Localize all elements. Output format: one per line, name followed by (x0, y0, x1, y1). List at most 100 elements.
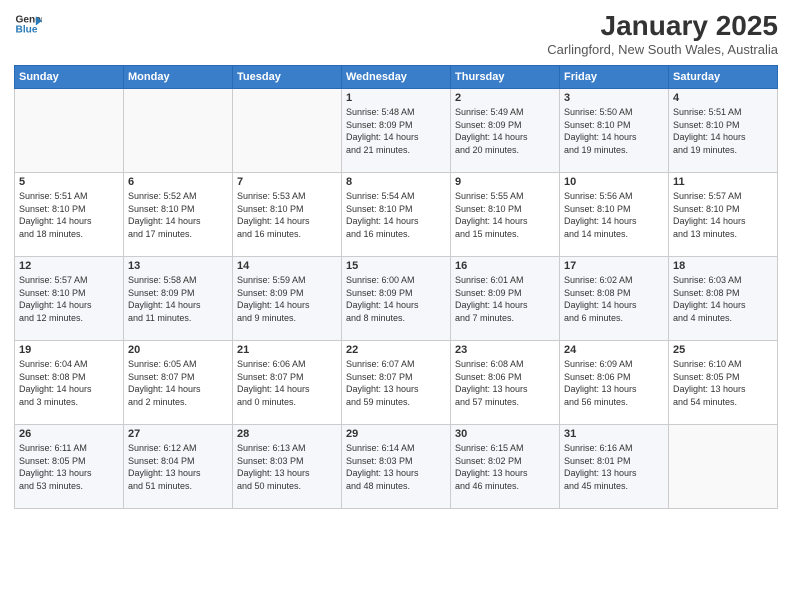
table-row: 19 Sunrise: 6:04 AM Sunset: 8:08 PM Dayli… (15, 341, 124, 425)
table-row (124, 89, 233, 173)
table-row: 3 Sunrise: 5:50 AM Sunset: 8:10 PM Daylig… (560, 89, 669, 173)
table-row: 5 Sunrise: 5:51 AM Sunset: 8:10 PM Daylig… (15, 173, 124, 257)
day-info: Sunrise: 5:57 AM Sunset: 8:10 PM Dayligh… (19, 274, 119, 324)
table-row: 13 Sunrise: 5:58 AM Sunset: 8:09 PM Dayli… (124, 257, 233, 341)
table-row: 25Sunrise: 6:10 AM Sunset: 8:05 PM Dayli… (669, 341, 778, 425)
day-info: Sunrise: 5:51 AM Sunset: 8:10 PM Dayligh… (673, 106, 773, 156)
title-block: January 2025 Carlingford, New South Wale… (547, 10, 778, 57)
table-row: 1 Sunrise: 5:48 AM Sunset: 8:09 PM Daylig… (342, 89, 451, 173)
day-info: Sunrise: 6:13 AM Sunset: 8:03 PM Dayligh… (237, 442, 337, 492)
col-monday: Monday (124, 66, 233, 89)
day-info: Sunrise: 6:10 AM Sunset: 8:05 PM Dayligh… (673, 358, 773, 408)
day-number: 10 (564, 176, 664, 188)
day-number: 30 (455, 428, 555, 440)
calendar-week-row: 5 Sunrise: 5:51 AM Sunset: 8:10 PM Daylig… (15, 173, 778, 257)
calendar-week-row: 1 Sunrise: 5:48 AM Sunset: 8:09 PM Daylig… (15, 89, 778, 173)
col-thursday: Thursday (451, 66, 560, 89)
day-number: 31 (564, 428, 664, 440)
table-row: 11Sunrise: 5:57 AM Sunset: 8:10 PM Dayli… (669, 173, 778, 257)
svg-text:Blue: Blue (16, 25, 38, 36)
table-row (669, 425, 778, 509)
table-row: 17 Sunrise: 6:02 AM Sunset: 8:08 PM Dayli… (560, 257, 669, 341)
table-row: 6Sunrise: 5:52 AM Sunset: 8:10 PM Daylig… (124, 173, 233, 257)
day-info: Sunrise: 6:06 AM Sunset: 8:07 PM Dayligh… (237, 358, 337, 408)
table-row: 14 Sunrise: 5:59 AM Sunset: 8:09 PM Dayli… (233, 257, 342, 341)
day-number: 3 (564, 92, 664, 104)
day-info: Sunrise: 5:57 AM Sunset: 8:10 PM Dayligh… (673, 190, 773, 240)
table-row (233, 89, 342, 173)
table-row: 27 Sunrise: 6:12 AM Sunset: 8:04 PM Dayli… (124, 425, 233, 509)
calendar-header-row: Sunday Monday Tuesday Wednesday Thursday… (15, 66, 778, 89)
day-info: Sunrise: 6:00 AM Sunset: 8:09 PM Dayligh… (346, 274, 446, 324)
day-number: 24 (564, 344, 664, 356)
day-info: Sunrise: 6:07 AM Sunset: 8:07 PM Dayligh… (346, 358, 446, 408)
table-row: 28 Sunrise: 6:13 AM Sunset: 8:03 PM Dayli… (233, 425, 342, 509)
day-number: 4 (673, 92, 773, 104)
day-info: Sunrise: 6:15 AM Sunset: 8:02 PM Dayligh… (455, 442, 555, 492)
table-row: 12 Sunrise: 5:57 AM Sunset: 8:10 PM Dayli… (15, 257, 124, 341)
col-saturday: Saturday (669, 66, 778, 89)
day-number: 12 (19, 260, 119, 272)
day-info: Sunrise: 5:50 AM Sunset: 8:10 PM Dayligh… (564, 106, 664, 156)
day-number: 16 (455, 260, 555, 272)
day-info: Sunrise: 6:09 AM Sunset: 8:06 PM Dayligh… (564, 358, 664, 408)
table-row: 21 Sunrise: 6:06 AM Sunset: 8:07 PM Dayli… (233, 341, 342, 425)
day-info: Sunrise: 6:16 AM Sunset: 8:01 PM Dayligh… (564, 442, 664, 492)
logo-icon: General Blue (14, 10, 42, 38)
day-number: 29 (346, 428, 446, 440)
day-info: Sunrise: 5:51 AM Sunset: 8:10 PM Dayligh… (19, 190, 119, 240)
day-number: 7 (237, 176, 337, 188)
day-info: Sunrise: 6:05 AM Sunset: 8:07 PM Dayligh… (128, 358, 228, 408)
day-number: 14 (237, 260, 337, 272)
table-row (15, 89, 124, 173)
day-info: Sunrise: 5:55 AM Sunset: 8:10 PM Dayligh… (455, 190, 555, 240)
day-number: 27 (128, 428, 228, 440)
table-row: 8 Sunrise: 5:54 AM Sunset: 8:10 PM Daylig… (342, 173, 451, 257)
day-number: 22 (346, 344, 446, 356)
day-number: 8 (346, 176, 446, 188)
day-info: Sunrise: 6:04 AM Sunset: 8:08 PM Dayligh… (19, 358, 119, 408)
day-info: Sunrise: 6:12 AM Sunset: 8:04 PM Dayligh… (128, 442, 228, 492)
day-info: Sunrise: 5:59 AM Sunset: 8:09 PM Dayligh… (237, 274, 337, 324)
day-info: Sunrise: 5:58 AM Sunset: 8:09 PM Dayligh… (128, 274, 228, 324)
day-info: Sunrise: 6:03 AM Sunset: 8:08 PM Dayligh… (673, 274, 773, 324)
col-wednesday: Wednesday (342, 66, 451, 89)
day-number: 17 (564, 260, 664, 272)
day-number: 23 (455, 344, 555, 356)
day-number: 5 (19, 176, 119, 188)
day-number: 9 (455, 176, 555, 188)
day-info: Sunrise: 5:56 AM Sunset: 8:10 PM Dayligh… (564, 190, 664, 240)
day-info: Sunrise: 5:54 AM Sunset: 8:10 PM Dayligh… (346, 190, 446, 240)
day-info: Sunrise: 5:48 AM Sunset: 8:09 PM Dayligh… (346, 106, 446, 156)
table-row: 2Sunrise: 5:49 AM Sunset: 8:09 PM Daylig… (451, 89, 560, 173)
day-info: Sunrise: 5:49 AM Sunset: 8:09 PM Dayligh… (455, 106, 555, 156)
table-row: 31 Sunrise: 6:16 AM Sunset: 8:01 PM Dayli… (560, 425, 669, 509)
table-row: 9 Sunrise: 5:55 AM Sunset: 8:10 PM Daylig… (451, 173, 560, 257)
table-row: 26Sunrise: 6:11 AM Sunset: 8:05 PM Dayli… (15, 425, 124, 509)
table-row: 10 Sunrise: 5:56 AM Sunset: 8:10 PM Dayli… (560, 173, 669, 257)
calendar-week-row: 19 Sunrise: 6:04 AM Sunset: 8:08 PM Dayli… (15, 341, 778, 425)
day-number: 21 (237, 344, 337, 356)
day-number: 28 (237, 428, 337, 440)
table-row: 7 Sunrise: 5:53 AM Sunset: 8:10 PM Daylig… (233, 173, 342, 257)
table-row: 20Sunrise: 6:05 AM Sunset: 8:07 PM Dayli… (124, 341, 233, 425)
table-row: 15Sunrise: 6:00 AM Sunset: 8:09 PM Dayli… (342, 257, 451, 341)
logo: General Blue (14, 10, 42, 38)
col-tuesday: Tuesday (233, 66, 342, 89)
day-info: Sunrise: 6:01 AM Sunset: 8:09 PM Dayligh… (455, 274, 555, 324)
day-number: 1 (346, 92, 446, 104)
day-info: Sunrise: 6:02 AM Sunset: 8:08 PM Dayligh… (564, 274, 664, 324)
table-row: 30 Sunrise: 6:15 AM Sunset: 8:02 PM Dayli… (451, 425, 560, 509)
day-info: Sunrise: 6:14 AM Sunset: 8:03 PM Dayligh… (346, 442, 446, 492)
col-sunday: Sunday (15, 66, 124, 89)
table-row: 4 Sunrise: 5:51 AM Sunset: 8:10 PM Daylig… (669, 89, 778, 173)
month-title: January 2025 (547, 10, 778, 42)
day-info: Sunrise: 5:52 AM Sunset: 8:10 PM Dayligh… (128, 190, 228, 240)
table-row: 18Sunrise: 6:03 AM Sunset: 8:08 PM Dayli… (669, 257, 778, 341)
page: General Blue January 2025 Carlingford, N… (0, 0, 792, 612)
day-number: 19 (19, 344, 119, 356)
day-info: Sunrise: 6:11 AM Sunset: 8:05 PM Dayligh… (19, 442, 119, 492)
day-number: 13 (128, 260, 228, 272)
table-row: 16 Sunrise: 6:01 AM Sunset: 8:09 PM Dayli… (451, 257, 560, 341)
day-info: Sunrise: 5:53 AM Sunset: 8:10 PM Dayligh… (237, 190, 337, 240)
